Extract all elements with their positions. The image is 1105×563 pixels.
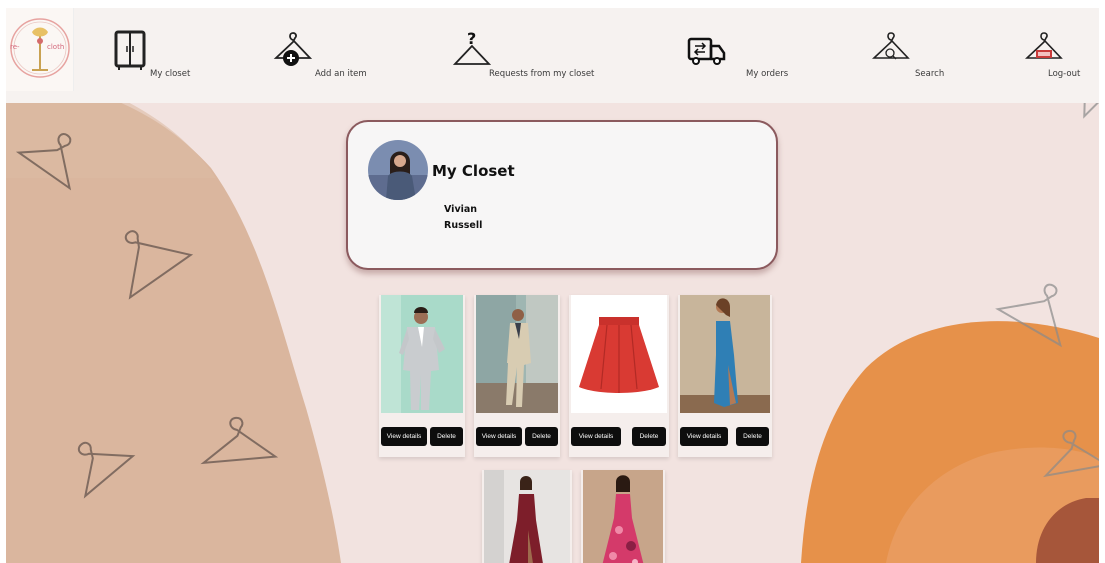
view-details-button[interactable]: View details xyxy=(571,427,621,446)
item-card: View details Delete xyxy=(379,295,465,457)
hanger-search-icon xyxy=(871,32,910,60)
item-photo-blue-dress[interactable] xyxy=(680,295,770,413)
delete-button[interactable]: Delete xyxy=(632,427,666,446)
view-details-button[interactable]: View details xyxy=(381,427,427,446)
item-card xyxy=(581,470,665,563)
nav-label-search: Search xyxy=(915,69,945,79)
nav-search[interactable]: Search xyxy=(871,8,951,103)
item-photo-pink-floral-gown[interactable] xyxy=(583,470,663,563)
delete-button[interactable]: Delete xyxy=(525,427,558,446)
view-details-button[interactable]: View details xyxy=(476,427,522,446)
owner-last-name: Russell xyxy=(444,220,483,231)
item-photo-red-skirt[interactable] xyxy=(571,295,667,413)
avatar[interactable] xyxy=(368,140,428,200)
logo-text-right: cloth xyxy=(47,43,65,51)
hanger-question-icon: ? xyxy=(452,30,492,65)
item-photo-beige-suit[interactable] xyxy=(476,295,558,413)
item-photo-burgundy-gown[interactable] xyxy=(484,470,570,563)
truck-icon xyxy=(687,37,726,65)
nav-my-closet[interactable]: My closet xyxy=(114,8,204,103)
delete-button[interactable]: Delete xyxy=(430,427,463,446)
view-details-button[interactable]: View details xyxy=(680,427,728,446)
delete-button[interactable]: Delete xyxy=(736,427,769,446)
page-title: My Closet xyxy=(432,162,515,180)
item-card xyxy=(482,470,572,563)
hanger-exit-icon xyxy=(1024,32,1063,59)
item-card: View details Delete xyxy=(569,295,669,457)
nav-label-requests: Requests from my closet xyxy=(489,69,595,79)
hanger-plus-icon xyxy=(273,32,313,66)
nav-add-item[interactable]: Add an item xyxy=(273,8,373,103)
nav-label-my-orders: My orders xyxy=(746,69,789,79)
item-card: View details Delete xyxy=(678,295,772,457)
item-photo-grey-suit[interactable] xyxy=(381,295,463,413)
owner-first-name: Vivian xyxy=(444,204,478,215)
navbar: re- cloth My closet Add an item ? Reques… xyxy=(6,8,1099,103)
nav-label-logout: Log-out xyxy=(1048,69,1081,79)
nav-requests[interactable]: ? Requests from my closet xyxy=(452,8,595,103)
nav-label-my-closet: My closet xyxy=(150,69,191,79)
nav-logout[interactable]: Log-out xyxy=(1024,8,1094,103)
profile-card: My Closet Vivian Russell xyxy=(346,120,778,270)
nav-label-add-item: Add an item xyxy=(315,69,367,79)
nav-my-orders[interactable]: My orders xyxy=(686,8,789,103)
wardrobe-icon xyxy=(114,30,146,70)
logo[interactable]: re- cloth xyxy=(6,8,74,91)
item-card: View details Delete xyxy=(474,295,560,457)
logo-text-left: re- xyxy=(10,43,20,51)
app-frame: re- cloth My closet Add an item ? Reques… xyxy=(6,8,1099,563)
